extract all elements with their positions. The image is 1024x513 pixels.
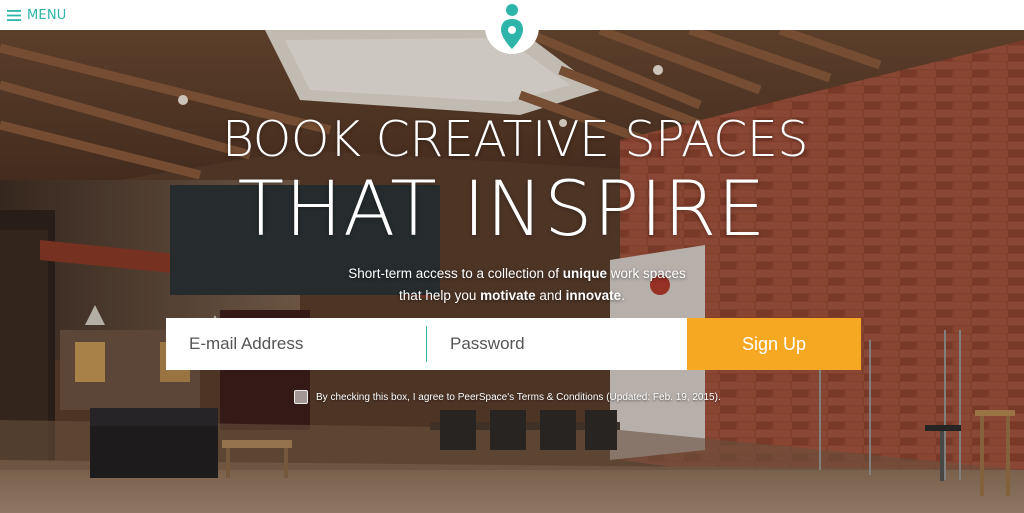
signup-form: Sign Up bbox=[166, 318, 861, 370]
terms-checkbox[interactable] bbox=[294, 390, 308, 404]
headline-line-2: THAT INSPIRE bbox=[237, 164, 767, 253]
subheadline-emphasis: innovate bbox=[565, 288, 622, 303]
map-pin-icon bbox=[501, 4, 523, 49]
menu-label: MENU bbox=[27, 7, 67, 23]
subheadline-line-2: that help you motivate and innovate. bbox=[0, 288, 1024, 303]
subheadline-text: that help you bbox=[399, 288, 481, 303]
sign-up-button[interactable]: Sign Up bbox=[687, 318, 861, 370]
subheadline-text: and bbox=[535, 288, 566, 303]
subheadline-line-1: Short-term access to a collection of uni… bbox=[5, 266, 1024, 281]
logo[interactable] bbox=[485, 0, 539, 54]
hamburger-icon bbox=[7, 9, 21, 21]
subheadline-text: Short-term access to a collection of bbox=[348, 266, 563, 281]
subheadline-emphasis: unique bbox=[562, 266, 608, 281]
headline-line-1: BOOK CREATIVE SPACES bbox=[222, 111, 808, 168]
terms-text: By checking this box, I agree to PeerSpa… bbox=[316, 391, 721, 403]
menu-button[interactable]: MENU bbox=[7, 4, 66, 26]
email-field[interactable] bbox=[166, 318, 426, 370]
terms-row: By checking this box, I agree to PeerSpa… bbox=[294, 388, 721, 406]
subheadline-emphasis: motivate bbox=[480, 288, 536, 303]
subheadline-text: work spaces bbox=[607, 266, 686, 281]
subheadline-text: . bbox=[621, 288, 625, 303]
password-field[interactable] bbox=[427, 318, 687, 370]
